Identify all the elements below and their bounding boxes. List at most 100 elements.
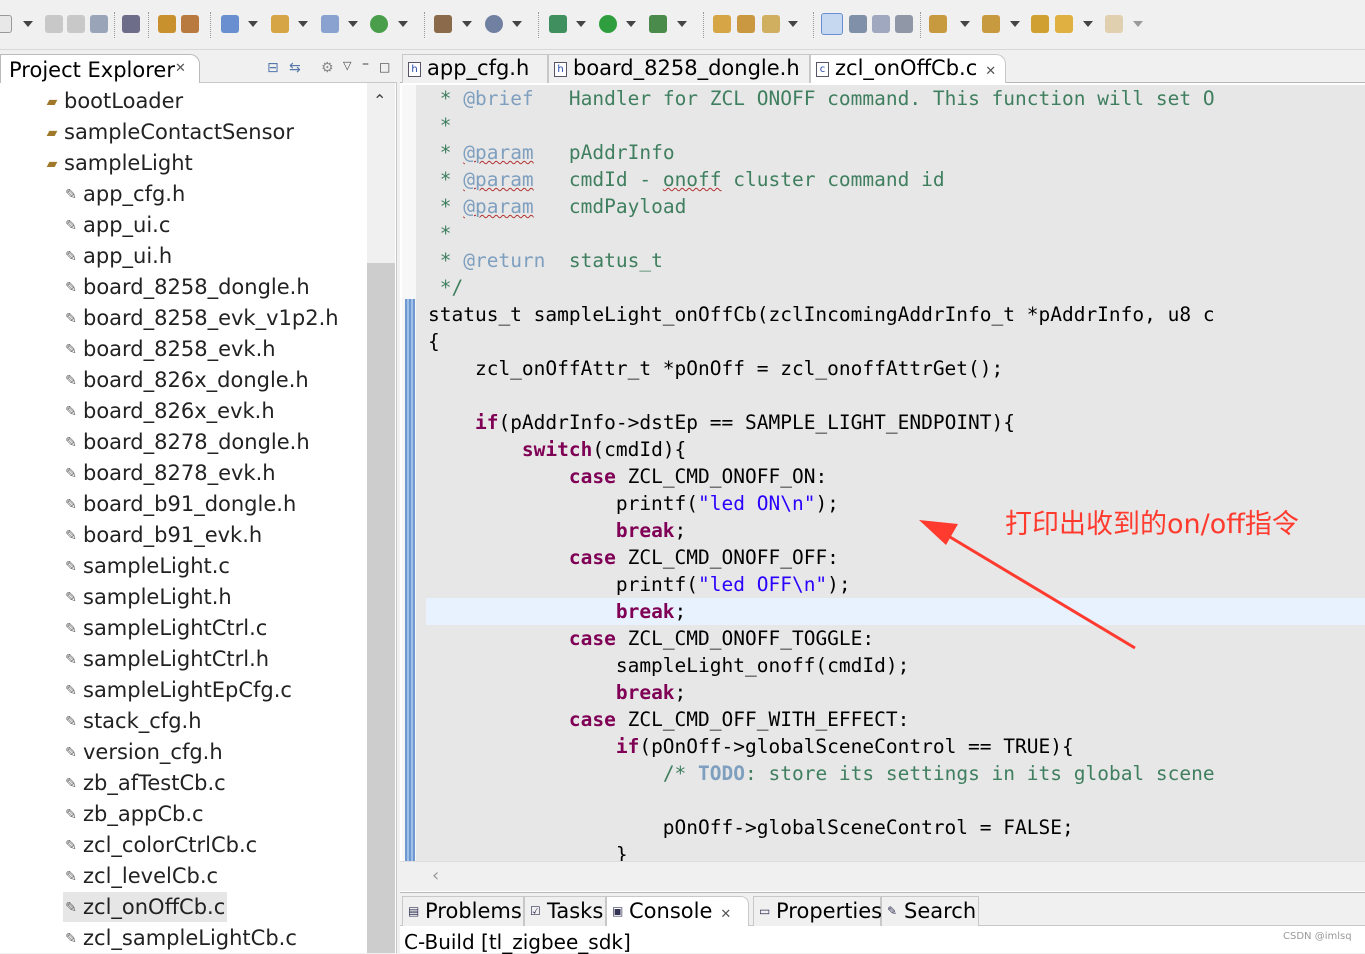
view-menu-icon[interactable]: ▽	[343, 59, 351, 72]
explorer-scrollbar[interactable]: ⌃	[367, 83, 395, 953]
tab-search[interactable]: ✎ Search	[881, 896, 979, 926]
editor-horizontal-scrollbar[interactable]: ‹	[400, 861, 1365, 891]
code-view[interactable]: * @brief Handler for ZCL ONOFF command. …	[416, 85, 1365, 861]
tree-project-item[interactable]: ▰ sampleLight	[44, 148, 193, 178]
forward-dropdown-arrow[interactable]	[1133, 21, 1143, 27]
project-explorer-tab[interactable]: Project Explorer ✕	[0, 54, 200, 83]
search-icon[interactable]	[762, 15, 780, 33]
prev-annotation-dropdown-arrow[interactable]	[1010, 21, 1020, 27]
target-icon[interactable]	[485, 15, 503, 33]
tree-file-item[interactable]: ✎ board_8258_dongle.h	[63, 272, 310, 302]
tree-file-item[interactable]: ✎ sampleLight.c	[63, 551, 230, 581]
tree-file-item[interactable]: ✎ zcl_onOffCb.c	[63, 892, 228, 922]
tree-file-item[interactable]: ✎ version_cfg.h	[63, 737, 223, 767]
new-file-dropdown-arrow[interactable]	[348, 21, 358, 27]
refresh-dropdown-arrow[interactable]	[398, 21, 408, 27]
forward-icon[interactable]	[1105, 15, 1123, 33]
open-folder-icon[interactable]	[737, 15, 755, 33]
back-icon[interactable]	[1055, 15, 1073, 33]
bug-icon[interactable]	[549, 15, 567, 33]
tree-file-item[interactable]: ✎ board_826x_dongle.h	[63, 365, 309, 395]
maximize-icon[interactable]: □	[379, 60, 390, 74]
header-file-icon: h	[408, 62, 421, 77]
tree-file-item[interactable]: ✎ zb_afTestCb.c	[63, 768, 226, 798]
next-annotation-icon[interactable]	[929, 15, 947, 33]
external-tools-icon[interactable]	[649, 15, 667, 33]
tab-problems[interactable]: ▤ Problems	[402, 896, 524, 926]
hammer-dropdown-arrow[interactable]	[462, 21, 472, 27]
search-dropdown-arrow[interactable]	[788, 21, 798, 27]
print-icon[interactable]	[90, 15, 108, 33]
new-class-icon[interactable]	[221, 15, 239, 33]
run-dropdown-arrow[interactable]	[626, 21, 636, 27]
link-editor-icon[interactable]: ⇆	[289, 60, 301, 76]
tab-app-cfg-h[interactable]: h app_cfg.h	[402, 54, 548, 83]
toolbar-separator	[813, 12, 814, 38]
tree-file-item[interactable]: ✎ zcl_levelCb.c	[63, 861, 218, 891]
new-dropdown-arrow[interactable]	[23, 21, 33, 27]
tree-file-item[interactable]: ✎ app_cfg.h	[63, 179, 185, 209]
chevron-left-icon[interactable]: ‹	[432, 865, 439, 886]
tab-console[interactable]: ▣ Console ✕	[606, 896, 749, 926]
tab-properties[interactable]: ▭ Properties	[753, 896, 882, 926]
next-annotation-dropdown-arrow[interactable]	[960, 21, 970, 27]
chevron-up-icon[interactable]: ⌃	[373, 91, 386, 110]
build-icon[interactable]	[158, 15, 176, 33]
run-icon[interactable]	[599, 15, 617, 33]
filter-icon[interactable]: ⚙	[321, 60, 334, 76]
tree-file-item[interactable]: ✎ board_b91_evk.h	[63, 520, 262, 550]
tree-project-item[interactable]: ▰ bootLoader	[44, 86, 184, 116]
code-line: sampleLight_onoff(cmdId);	[428, 654, 910, 677]
external-tools-dropdown-arrow[interactable]	[677, 21, 687, 27]
new-class-dropdown-arrow[interactable]	[248, 21, 258, 27]
tree-file-item[interactable]: ✎ sampleLightEpCfg.c	[63, 675, 292, 705]
new-file-icon[interactable]	[321, 15, 339, 33]
save-icon[interactable]	[45, 15, 63, 33]
target-dropdown-arrow[interactable]	[512, 21, 522, 27]
tree-file-item[interactable]: ✎ zb_appCb.c	[63, 799, 203, 829]
binary-icon[interactable]	[122, 15, 140, 33]
tree-file-item[interactable]: ✎ sampleLight.h	[63, 582, 232, 612]
pen-icon[interactable]	[821, 13, 843, 35]
tree-file-item[interactable]: ✎ sampleLightCtrl.c	[63, 613, 267, 643]
tree-file-item[interactable]: ✎ app_ui.c	[63, 210, 170, 240]
tree-file-item[interactable]: ✎ board_8258_evk.h	[63, 334, 275, 364]
new-folder-icon[interactable]	[271, 15, 289, 33]
mark-icon[interactable]	[849, 15, 867, 33]
refresh-icon[interactable]	[370, 15, 388, 33]
debug-bug-icon[interactable]	[181, 15, 199, 33]
tree-file-item[interactable]: ✎ app_ui.h	[63, 241, 172, 271]
tree-file-item[interactable]: ✎ board_8258_evk_v1p2.h	[63, 303, 338, 333]
tab-board-8258-dongle-h[interactable]: h board_8258_dongle.h	[548, 54, 810, 83]
tree-file-item[interactable]: ✎ zcl_colorCtrlCb.c	[63, 830, 257, 860]
tab-zcl-onoffcb-c[interactable]: c zcl_onOffCb.c ✕	[810, 54, 1006, 83]
close-icon[interactable]: ✕	[720, 907, 731, 922]
tree-file-item[interactable]: ✎ board_826x_evk.h	[63, 396, 275, 426]
tree-item-label: bootLoader	[64, 89, 184, 113]
tree-file-item[interactable]: ✎ board_8278_dongle.h	[63, 427, 310, 457]
minimize-icon[interactable]: –	[362, 56, 369, 72]
tree-project-item[interactable]: ▰ sampleContactSensor	[44, 117, 294, 147]
back-dropdown-arrow[interactable]	[1083, 21, 1093, 27]
paragraph-icon[interactable]	[895, 15, 913, 33]
tab-tasks[interactable]: ☑ Tasks	[524, 896, 606, 926]
bug-dropdown-arrow[interactable]	[576, 21, 586, 27]
close-icon[interactable]: ✕	[175, 61, 186, 76]
code-line: * @param pAddrInfo	[428, 141, 675, 164]
tree-file-item[interactable]: ✎ board_8278_evk.h	[63, 458, 275, 488]
save-all-icon[interactable]	[67, 15, 85, 33]
scrollbar-thumb[interactable]	[367, 263, 395, 953]
new-folder-dropdown-arrow[interactable]	[298, 21, 308, 27]
hammer-icon[interactable]	[434, 15, 452, 33]
close-icon[interactable]: ✕	[985, 64, 996, 79]
open-type-icon[interactable]	[713, 15, 731, 33]
tree-file-item[interactable]: ✎ sampleLightCtrl.h	[63, 644, 269, 674]
new-icon[interactable]	[0, 15, 12, 33]
prev-annotation-icon[interactable]	[982, 15, 1000, 33]
tree-file-item[interactable]: ✎ stack_cfg.h	[63, 706, 201, 736]
collapse-all-icon[interactable]: ⊟	[267, 60, 279, 76]
whitespace-icon[interactable]	[872, 15, 890, 33]
tree-file-item[interactable]: ✎ board_b91_dongle.h	[63, 489, 296, 519]
tree-file-item[interactable]: ✎ zcl_sampleLightCb.c	[63, 923, 297, 953]
last-edit-icon[interactable]	[1031, 15, 1049, 33]
